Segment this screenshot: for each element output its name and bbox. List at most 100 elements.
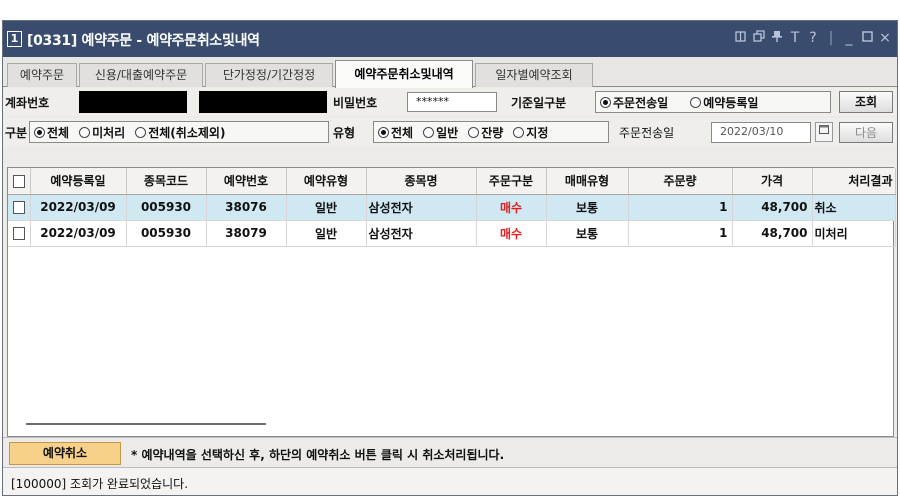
tab-bar: 예약주문 신용/대출예약주문 단가정정/기간정정 예약주문취소및내역 일자별예약… [3,57,897,88]
table-row[interactable]: 2022/03/09 005930 38076 일반 삼성전자 매수 보통 1 … [8,194,896,221]
cell-price: 48,700 [732,220,813,247]
form-row-filter: 구분 전체 미처리 전체(취소제외) 유형 전체 일반 잔량 지정 주문전송일 … [3,118,897,146]
radio-type-remaining-label: 잔량 [481,125,504,140]
header-price[interactable]: 가격 [732,168,813,195]
password-field[interactable]: ****** [407,92,497,112]
cell-stock-name: 삼성전자 [366,220,477,247]
tab-reservation-order[interactable]: 예약주문 [7,63,77,87]
next-button[interactable]: 다음 [839,122,893,143]
radio-dot-icon [423,126,435,138]
help-icon[interactable]: ? [807,29,819,47]
radio-type-remaining[interactable]: 잔량 [468,124,503,141]
cell-reservation-type: 일반 [286,220,367,247]
tab-cancel-and-history[interactable]: 예약주문취소및내역 [335,60,473,88]
cell-order-side: 매수 [476,220,547,247]
radio-send-date-label: 주문전송일 [613,95,669,110]
cell-result: 미처리 [812,220,896,247]
cell-reservation-number: 38076 [206,194,287,221]
tab-daily-inquiry[interactable]: 일자별예약조회 [475,63,593,87]
row-checkbox-cell[interactable] [8,194,31,221]
password-label: 비밀번호 [333,96,378,110]
cell-stock-code: 005930 [126,194,207,221]
font-size-icon[interactable]: T [789,29,801,47]
cell-quantity: 1 [628,194,733,221]
cell-register-date: 2022/03/09 [30,194,127,221]
cell-price: 48,700 [732,194,813,221]
radio-dot-icon [378,126,389,138]
table-row[interactable]: 2022/03/09 005930 38079 일반 삼성전자 매수 보통 1 … [8,220,896,247]
header-quantity[interactable]: 주문량 [628,168,733,195]
cell-stock-name: 삼성전자 [366,194,477,221]
header-result[interactable]: 처리결과 [812,168,896,195]
radio-division-all-except-cancel[interactable]: 전체(취소제외) [135,124,225,141]
calendar-icon[interactable] [815,122,833,142]
header-select[interactable] [8,168,31,195]
header-reservation-type[interactable]: 예약유형 [286,168,367,195]
cell-quantity: 1 [628,220,733,247]
tab-credit-loan-order[interactable]: 신용/대출예약주문 [79,63,203,87]
radio-division-unprocessed[interactable]: 미처리 [79,124,125,141]
window-restore-icon[interactable] [735,29,747,47]
radio-dot-icon [690,96,702,108]
cell-register-date: 2022/03/09 [30,220,127,247]
cell-trade-type: 보통 [546,194,629,221]
radio-register-date[interactable]: 예약등록일 [690,94,758,111]
header-reservation-number[interactable]: 예약번호 [206,168,287,195]
maximize-icon[interactable] [861,29,873,47]
account-number-field[interactable] [79,91,187,113]
radio-dot-icon [600,96,611,108]
minimize-icon[interactable]: _ [843,29,855,47]
radio-type-all-label: 전체 [391,125,414,140]
scrollbar-thumb[interactable] [26,423,266,425]
title-separator: | [828,30,834,46]
row-checkbox-icon[interactable] [12,201,25,214]
division-radio-group: 전체 미처리 전체(취소제외) [29,121,329,143]
radio-type-normal-label: 일반 [436,125,459,140]
cell-reservation-number: 38079 [206,220,287,247]
radio-type-all[interactable]: 전체 [378,124,413,141]
account-name-field [199,91,327,113]
radio-type-normal[interactable]: 일반 [423,124,458,141]
radio-type-designated-label: 지정 [526,125,549,140]
reservation-cancel-button[interactable]: 예약취소 [9,442,121,465]
radio-register-date-label: 예약등록일 [703,95,759,110]
send-date-label: 주문전송일 [619,126,675,140]
tab-price-period-correction[interactable]: 단가정정/기간정정 [205,63,333,87]
radio-dot-icon [34,126,45,138]
status-bar: [100000] 조회가 완료되었습니다. [3,467,897,495]
cell-stock-code: 005930 [126,220,207,247]
cell-result: 취소 [812,194,896,221]
window-copy-icon[interactable] [753,29,765,47]
row-checkbox-cell[interactable] [8,220,31,247]
close-icon[interactable]: × [879,29,891,47]
window-number: 1 [7,31,22,47]
row-checkbox-icon[interactable] [12,227,25,240]
checkbox-all-icon[interactable] [12,174,25,188]
radio-dot-icon [513,126,525,138]
header-order-side[interactable]: 주문구분 [476,168,547,195]
radio-dot-icon [468,126,480,138]
header-register-date[interactable]: 예약등록일 [30,168,127,195]
type-label: 유형 [333,126,356,140]
horizontal-scrollbar[interactable] [18,420,878,428]
radio-dot-icon [135,126,147,138]
send-date-field[interactable]: 2022/03/10 [711,122,811,143]
radio-send-date[interactable]: 주문전송일 [600,94,668,111]
title-controls: T ? | _ × [735,29,891,47]
type-radio-group: 전체 일반 잔량 지정 [373,121,609,143]
cell-reservation-type: 일반 [286,194,367,221]
header-stock-name[interactable]: 종목명 [366,168,477,195]
header-trade-type[interactable]: 매매유형 [546,168,629,195]
division-label: 구분 [5,126,28,140]
pin-icon[interactable] [771,29,783,47]
header-stock-code[interactable]: 종목코드 [126,168,207,195]
radio-division-all[interactable]: 전체 [34,124,69,141]
reservation-grid: 예약등록일 종목코드 예약번호 예약유형 종목명 주문구분 매매유형 주문량 가… [7,167,896,437]
radio-type-designated[interactable]: 지정 [513,124,548,141]
radio-division-all-except-cancel-label: 전체(취소제외) [148,125,226,140]
radio-division-all-label: 전체 [47,125,70,140]
date-type-radio-group: 주문전송일 예약등록일 [595,91,831,113]
cancel-notice: * 예약내역을 선택하신 후, 하단의 예약취소 버튼 클릭 시 취소처리됩니다… [131,448,505,462]
order-window: 1 [0331] 예약주문 - 예약주문취소및내역 T ? | _ × 예약주문… [2,20,898,496]
search-button[interactable]: 조회 [839,91,893,113]
